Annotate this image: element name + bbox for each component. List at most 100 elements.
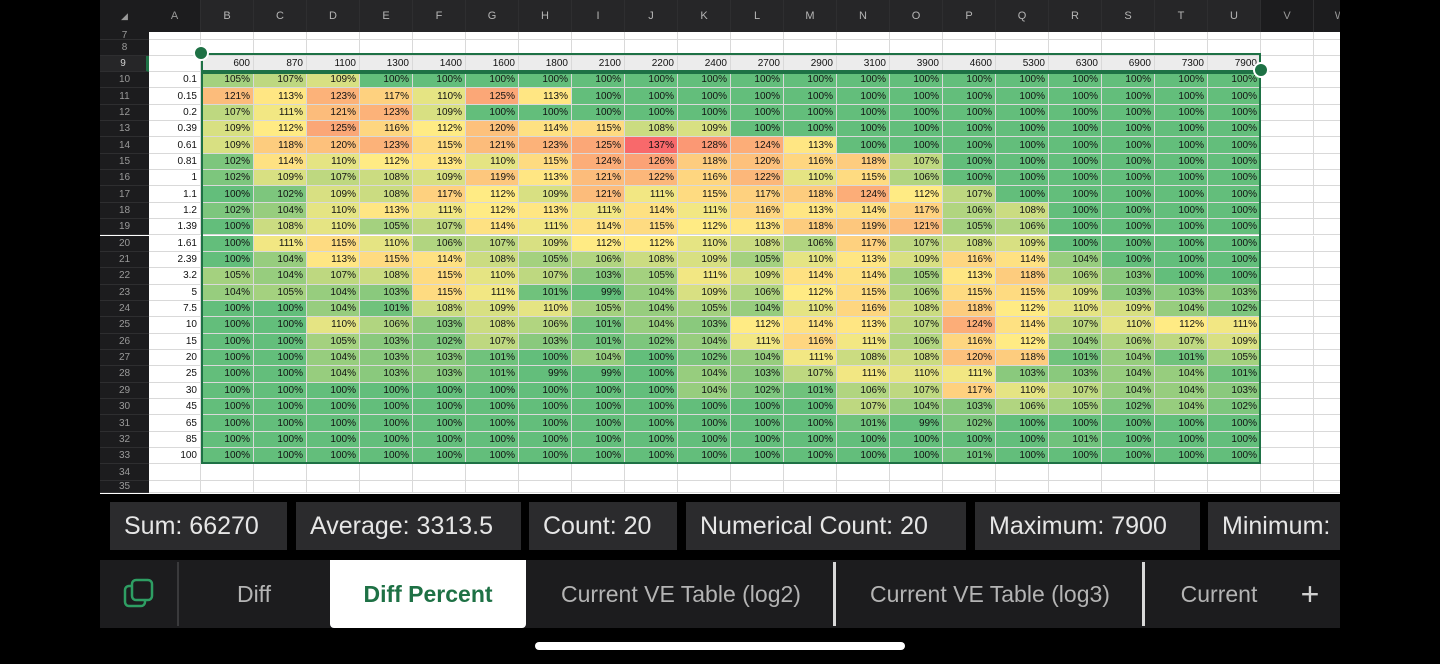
empty-cell[interactable] [1049, 464, 1102, 481]
column-header-l[interactable]: L [731, 0, 784, 32]
row-header-35[interactable]: 35 [100, 480, 149, 493]
percent-cell[interactable]: 100% [1049, 448, 1102, 465]
percent-cell[interactable]: 110% [307, 219, 360, 236]
empty-cell[interactable] [1261, 153, 1314, 171]
percent-cell[interactable]: 100% [731, 415, 784, 432]
percent-cell[interactable]: 100% [731, 121, 784, 138]
empty-cell[interactable] [678, 32, 731, 40]
rpm-header-cell[interactable]: 2100 [572, 56, 625, 72]
empty-cell[interactable] [1314, 464, 1340, 481]
percent-cell[interactable]: 100% [1049, 72, 1102, 89]
empty-cell[interactable] [996, 480, 1049, 493]
percent-cell[interactable]: 114% [413, 251, 466, 269]
percent-cell[interactable]: 110% [307, 317, 360, 334]
row-header-34[interactable]: 34 [100, 464, 149, 481]
selection-end-handle[interactable] [1253, 62, 1269, 78]
percent-cell[interactable]: 100% [731, 88, 784, 105]
empty-cell[interactable] [1261, 170, 1314, 187]
percent-cell[interactable]: 112% [466, 186, 519, 203]
empty-cell[interactable] [1155, 40, 1208, 56]
row-label-cell[interactable]: 85 [149, 431, 201, 449]
percent-cell[interactable]: 100% [1208, 104, 1261, 122]
percent-cell[interactable]: 102% [201, 170, 254, 187]
rpm-header-cell[interactable]: 1800 [519, 56, 572, 72]
column-header-j[interactable]: J [625, 0, 678, 32]
select-all-corner[interactable]: ◢ [100, 0, 149, 32]
percent-cell[interactable]: 100% [201, 415, 254, 432]
percent-cell[interactable]: 100% [1049, 202, 1102, 220]
rpm-header-cell[interactable]: 600 [201, 56, 254, 72]
percent-cell[interactable]: 103% [731, 366, 784, 383]
percent-cell[interactable]: 100% [1155, 268, 1208, 285]
empty-cell[interactable] [1314, 268, 1340, 285]
row-header-8[interactable]: 8 [100, 40, 149, 56]
percent-cell[interactable]: 113% [413, 153, 466, 171]
percent-cell[interactable]: 123% [307, 88, 360, 105]
percent-cell[interactable]: 105% [731, 251, 784, 269]
percent-cell[interactable]: 104% [1155, 399, 1208, 416]
empty-cell[interactable] [1261, 104, 1314, 122]
percent-cell[interactable]: 100% [360, 399, 413, 416]
percent-cell[interactable]: 107% [307, 268, 360, 285]
percent-cell[interactable]: 121% [307, 104, 360, 122]
percent-cell[interactable]: 100% [678, 72, 731, 89]
percent-cell[interactable]: 118% [996, 349, 1049, 367]
percent-cell[interactable]: 100% [201, 235, 254, 252]
percent-cell[interactable]: 100% [201, 366, 254, 383]
row-header-30[interactable]: 30 [100, 399, 149, 416]
percent-cell[interactable]: 109% [890, 251, 943, 269]
empty-cell[interactable] [1261, 415, 1314, 432]
rpm-header-cell[interactable]: 7300 [1155, 56, 1208, 72]
percent-cell[interactable]: 107% [784, 366, 837, 383]
empty-cell[interactable] [1102, 464, 1155, 481]
percent-cell[interactable]: 100% [1208, 235, 1261, 252]
percent-cell[interactable]: 101% [572, 317, 625, 334]
percent-cell[interactable]: 100% [413, 382, 466, 399]
percent-cell[interactable]: 111% [678, 202, 731, 220]
column-header-w[interactable]: W [1314, 0, 1340, 32]
percent-cell[interactable]: 100% [1155, 219, 1208, 236]
percent-cell[interactable]: 100% [890, 448, 943, 465]
percent-cell[interactable]: 110% [784, 170, 837, 187]
column-header-f[interactable]: F [413, 0, 466, 32]
empty-cell[interactable] [1314, 235, 1340, 252]
percent-cell[interactable]: 100% [996, 431, 1049, 449]
percent-cell[interactable]: 100% [625, 72, 678, 89]
percent-cell[interactable]: 103% [413, 317, 466, 334]
percent-cell[interactable]: 100% [996, 121, 1049, 138]
percent-cell[interactable]: 111% [731, 333, 784, 350]
percent-cell[interactable]: 100% [1208, 121, 1261, 138]
percent-cell[interactable]: 100% [519, 415, 572, 432]
percent-cell[interactable]: 100% [784, 415, 837, 432]
percent-cell[interactable]: 100% [784, 72, 837, 89]
empty-cell[interactable] [625, 40, 678, 56]
percent-cell[interactable]: 114% [837, 268, 890, 285]
row-label-cell[interactable]: 0.81 [149, 153, 201, 171]
percent-cell[interactable]: 112% [996, 333, 1049, 350]
empty-cell[interactable] [1314, 382, 1340, 399]
percent-cell[interactable]: 107% [1155, 333, 1208, 350]
percent-cell[interactable]: 100% [572, 104, 625, 122]
percent-cell[interactable]: 118% [943, 300, 996, 318]
percent-cell[interactable]: 100% [360, 431, 413, 449]
percent-cell[interactable]: 100% [943, 170, 996, 187]
empty-cell[interactable] [625, 480, 678, 493]
percent-cell[interactable]: 105% [572, 300, 625, 318]
percent-cell[interactable]: 100% [307, 399, 360, 416]
percent-cell[interactable]: 100% [890, 88, 943, 105]
percent-cell[interactable]: 100% [307, 448, 360, 465]
empty-cell[interactable] [1049, 40, 1102, 56]
row-header-7[interactable]: 7 [100, 30, 149, 41]
percent-cell[interactable]: 121% [201, 88, 254, 105]
percent-cell[interactable]: 117% [837, 235, 890, 252]
percent-cell[interactable]: 108% [254, 219, 307, 236]
percent-cell[interactable]: 114% [784, 268, 837, 285]
percent-cell[interactable]: 100% [307, 415, 360, 432]
percent-cell[interactable]: 100% [466, 104, 519, 122]
percent-cell[interactable]: 110% [360, 235, 413, 252]
percent-cell[interactable]: 100% [837, 137, 890, 154]
empty-cell[interactable] [1314, 72, 1340, 89]
percent-cell[interactable]: 100% [1102, 153, 1155, 171]
empty-cell[interactable] [254, 464, 307, 481]
percent-cell[interactable]: 115% [678, 186, 731, 203]
